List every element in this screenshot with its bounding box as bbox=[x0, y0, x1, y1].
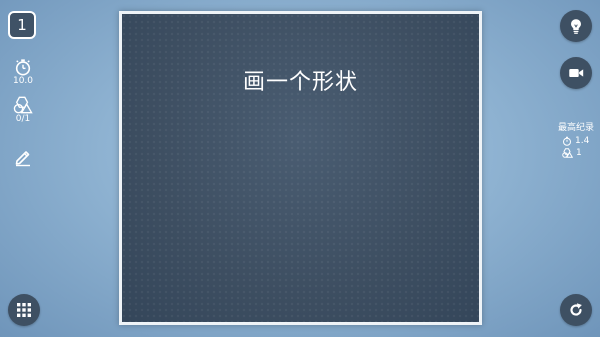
pencil-icon bbox=[15, 151, 30, 167]
grid-menu-icon bbox=[17, 303, 31, 317]
level-number: 1 bbox=[17, 16, 27, 34]
best-record-title: 最高纪录 bbox=[557, 123, 594, 133]
level-number-box: 1 bbox=[8, 11, 36, 39]
shapes-value: 0/1 bbox=[15, 114, 31, 124]
stopwatch-icon bbox=[15, 59, 31, 76]
video-camera-icon bbox=[569, 68, 584, 78]
video-button[interactable] bbox=[560, 57, 592, 89]
best-shapes-value: 1 bbox=[576, 148, 582, 158]
lightbulb-icon bbox=[571, 19, 581, 34]
best-shapes-row: 1 bbox=[562, 147, 600, 159]
restart-button[interactable] bbox=[560, 294, 592, 326]
instruction-text: 画一个形状 bbox=[242, 70, 358, 95]
best-time-value: 1.4 bbox=[575, 136, 590, 146]
shapes-icon bbox=[562, 148, 573, 158]
time-stat: 10.0 bbox=[6, 58, 40, 86]
time-value: 10.0 bbox=[12, 76, 34, 86]
stopwatch-icon bbox=[563, 136, 571, 146]
menu-button[interactable] bbox=[8, 294, 40, 326]
drawing-board[interactable]: 画一个形状 bbox=[119, 11, 482, 325]
shapes-icon bbox=[13, 96, 33, 114]
hint-button[interactable] bbox=[560, 10, 592, 42]
best-record: 最高纪录 1.4 1 bbox=[552, 120, 600, 159]
restart-icon bbox=[570, 303, 582, 316]
best-time-row: 1.4 bbox=[562, 135, 600, 147]
shapes-stat: 0/1 bbox=[6, 96, 40, 124]
edit-button[interactable] bbox=[13, 147, 33, 167]
